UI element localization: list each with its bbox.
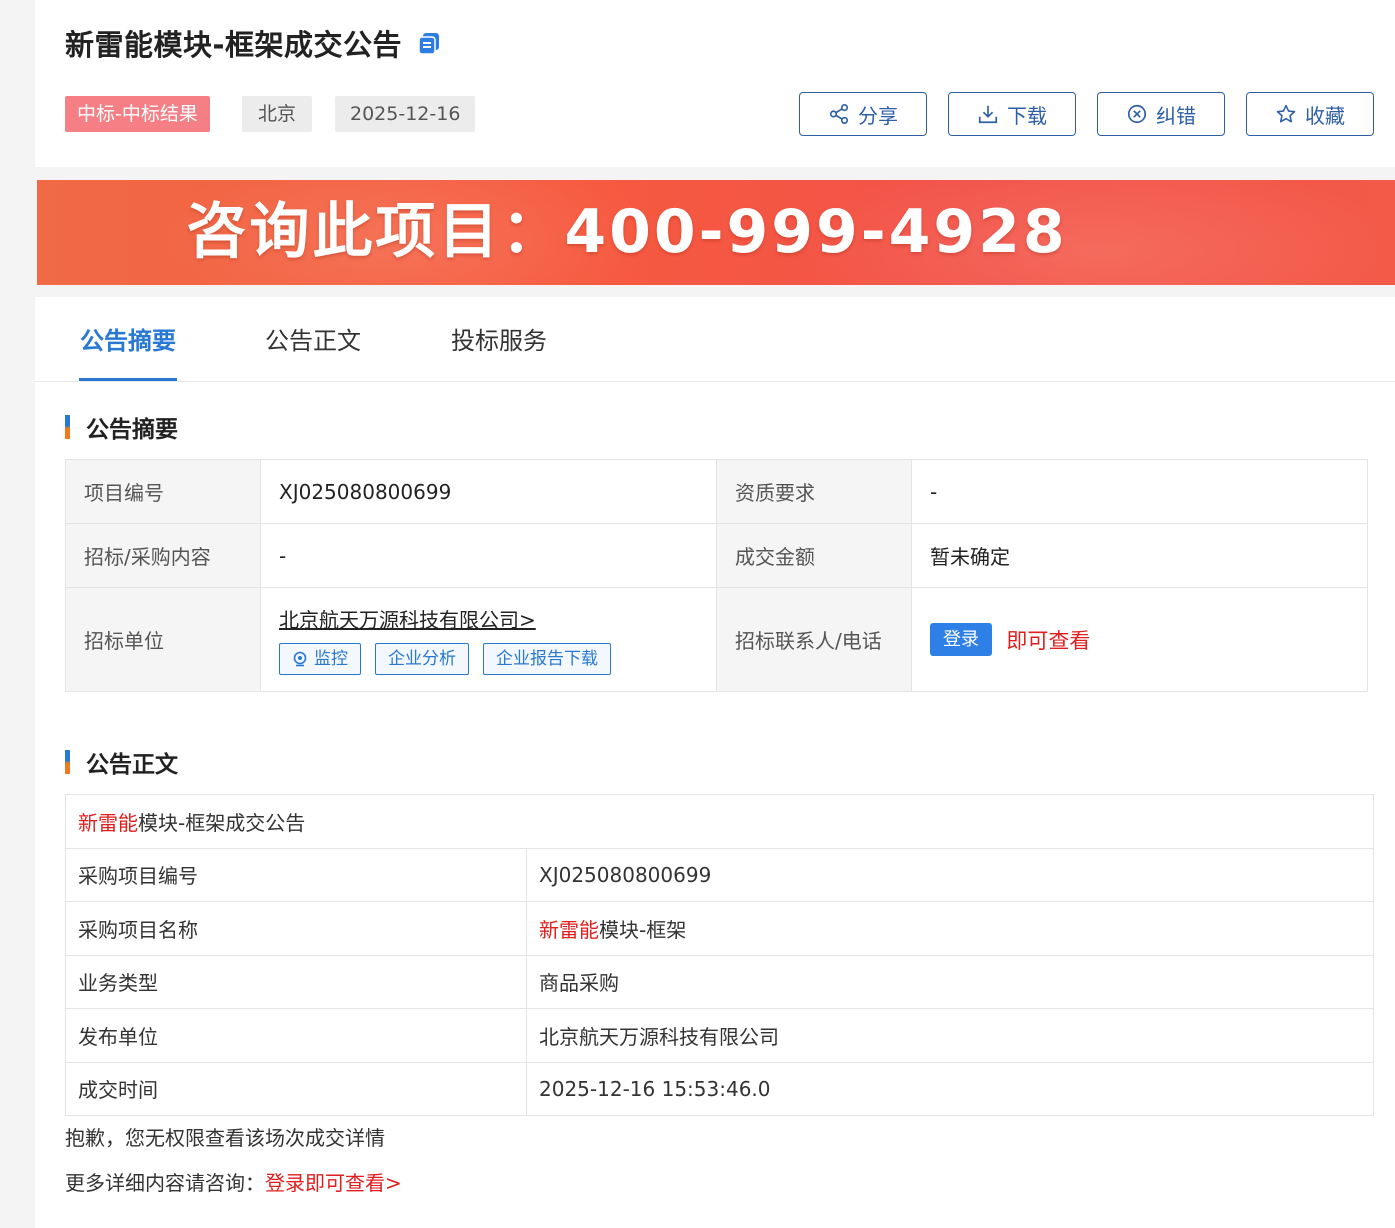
table-row: 新雷能模块-框架成交公告 bbox=[65, 794, 1374, 849]
deal-time-value: 2025-12-16 15:53:46.0 bbox=[526, 1061, 1374, 1116]
tenderer-label: 招标单位 bbox=[65, 587, 261, 692]
page-title: 新雷能模块-框架成交公告 bbox=[65, 28, 403, 62]
tab-body[interactable]: 公告正文 bbox=[265, 321, 361, 356]
status-badge: 中标-中标结果 bbox=[65, 96, 210, 132]
business-type-label: 业务类型 bbox=[65, 954, 527, 1009]
project-no-value: XJ025080800699 bbox=[526, 847, 1374, 902]
table-row: 招标/采购内容 - 成交金额 暂未确定 bbox=[65, 523, 1368, 588]
heading-highlight: 新雷能 bbox=[78, 810, 138, 835]
no-permission-notice: 抱歉，您无权限查看该场次成交详情 bbox=[65, 1126, 385, 1150]
contact-label: 招标联系人/电话 bbox=[716, 587, 912, 692]
favorite-label: 收藏 bbox=[1305, 103, 1345, 128]
report-error-button[interactable]: 纠错 bbox=[1097, 92, 1225, 136]
section-marker bbox=[65, 415, 70, 439]
monitor-button[interactable]: 监控 bbox=[279, 643, 361, 675]
more-info-notice: 更多详细内容请咨询：登录即可查看> bbox=[65, 1167, 402, 1196]
close-circle-icon bbox=[1127, 104, 1147, 124]
tenderer-cell: 北京航天万源科技有限公司> 监控 企业分析 企业报告下载 bbox=[260, 587, 717, 692]
tab-bar: 公告摘要 公告正文 投标服务 bbox=[35, 297, 1395, 382]
section-marker bbox=[65, 750, 70, 774]
contact-cell: 登录 即可查看 bbox=[911, 587, 1368, 692]
report-error-label: 纠错 bbox=[1156, 103, 1196, 128]
consult-banner[interactable]: 咨询此项目：400-999-4928 bbox=[37, 180, 1395, 285]
summary-section-title-text: 公告摘要 bbox=[86, 417, 178, 443]
header-card: 新雷能模块-框架成交公告 中标-中标结果 北京 2025-12-16 分享 下载… bbox=[35, 0, 1395, 167]
project-no-label: 采购项目编号 bbox=[65, 847, 527, 902]
summary-section-title: 公告摘要 bbox=[65, 410, 178, 444]
body-section-title: 公告正文 bbox=[65, 745, 178, 779]
active-tab-indicator bbox=[79, 378, 177, 381]
announcement-table: 新雷能模块-框架成交公告 采购项目编号 XJ025080800699 采购项目名… bbox=[65, 794, 1374, 1116]
qualification-value: - bbox=[911, 459, 1368, 524]
amount-label: 成交金额 bbox=[716, 523, 912, 588]
share-label: 分享 bbox=[858, 103, 898, 128]
copy-icon[interactable] bbox=[416, 30, 442, 56]
project-name-rest: 模块-框架 bbox=[599, 917, 687, 942]
download-icon bbox=[978, 105, 998, 124]
favorite-button[interactable]: 收藏 bbox=[1246, 92, 1374, 136]
main-card: 公告摘要 公告正文 投标服务 公告摘要 项目编号 XJ025080800699 … bbox=[35, 297, 1395, 1228]
qualification-label: 资质要求 bbox=[716, 459, 912, 524]
region-badge: 北京 bbox=[242, 96, 313, 132]
star-icon bbox=[1276, 104, 1296, 123]
title-row: 新雷能模块-框架成交公告 bbox=[65, 22, 442, 64]
banner-text: 咨询此项目：400-999-4928 bbox=[186, 197, 1068, 267]
company-analysis-button[interactable]: 企业分析 bbox=[375, 643, 469, 675]
deal-time-label: 成交时间 bbox=[65, 1061, 527, 1116]
download-button[interactable]: 下载 bbox=[948, 92, 1076, 136]
heading-rest: 模块-框架成交公告 bbox=[138, 810, 306, 835]
project-name-highlight: 新雷能 bbox=[539, 917, 599, 942]
share-icon bbox=[829, 104, 849, 124]
monitor-label: 监控 bbox=[314, 649, 348, 669]
date-badge: 2025-12-16 bbox=[335, 96, 476, 132]
summary-table: 项目编号 XJ025080800699 资质要求 - 招标/采购内容 - 成交金… bbox=[65, 459, 1368, 692]
table-row: 采购项目编号 XJ025080800699 bbox=[65, 847, 1374, 902]
login-hint: 即可查看 bbox=[1006, 628, 1091, 653]
content-label: 招标/采购内容 bbox=[65, 523, 261, 588]
company-actions: 监控 企业分析 企业报告下载 bbox=[279, 643, 698, 675]
business-type-value: 商品采购 bbox=[526, 954, 1374, 1009]
location-icon bbox=[293, 651, 307, 667]
project-name-label: 采购项目名称 bbox=[65, 901, 527, 956]
project-no-label: 项目编号 bbox=[65, 459, 261, 524]
content-value: - bbox=[260, 523, 717, 588]
project-no-value: XJ025080800699 bbox=[260, 459, 717, 524]
amount-value: 暂未确定 bbox=[911, 523, 1368, 588]
login-button[interactable]: 登录 bbox=[930, 623, 992, 656]
company-report-download-button[interactable]: 企业报告下载 bbox=[483, 643, 611, 675]
more-info-prefix: 更多详细内容请咨询： bbox=[65, 1171, 265, 1195]
body-section-title-text: 公告正文 bbox=[86, 752, 178, 778]
table-row: 项目编号 XJ025080800699 资质要求 - bbox=[65, 459, 1368, 524]
tab-service[interactable]: 投标服务 bbox=[451, 321, 547, 356]
tenderer-company-link[interactable]: 北京航天万源科技有限公司> bbox=[279, 608, 536, 632]
publisher-label: 发布单位 bbox=[65, 1008, 527, 1063]
table-row: 发布单位 北京航天万源科技有限公司 bbox=[65, 1008, 1374, 1063]
project-name-value: 新雷能模块-框架 bbox=[526, 901, 1374, 956]
share-button[interactable]: 分享 bbox=[799, 92, 927, 136]
announcement-heading: 新雷能模块-框架成交公告 bbox=[65, 794, 1374, 849]
table-row: 业务类型 商品采购 bbox=[65, 954, 1374, 1009]
download-label: 下载 bbox=[1007, 103, 1047, 128]
publisher-value: 北京航天万源科技有限公司 bbox=[526, 1008, 1374, 1063]
tab-summary[interactable]: 公告摘要 bbox=[80, 321, 176, 356]
table-row: 招标单位 北京航天万源科技有限公司> 监控 企业分析 企业报告下载 招标联系人/… bbox=[65, 587, 1368, 692]
table-row: 成交时间 2025-12-16 15:53:46.0 bbox=[65, 1061, 1374, 1116]
login-to-view-link[interactable]: 登录即可查看> bbox=[265, 1171, 402, 1195]
table-row: 采购项目名称 新雷能模块-框架 bbox=[65, 901, 1374, 956]
